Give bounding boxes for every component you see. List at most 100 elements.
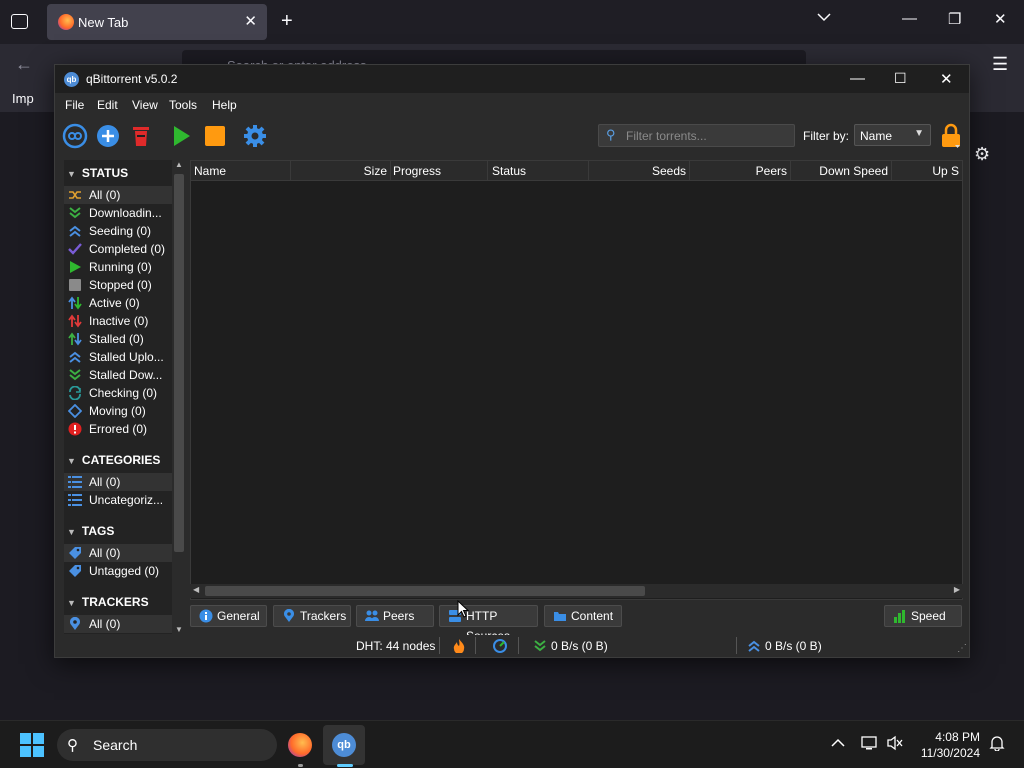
column-status[interactable]: Status: [489, 161, 589, 181]
column-up-speed[interactable]: Up S: [892, 161, 962, 181]
status-filter-stalled-downloading[interactable]: Stalled Dow...: [64, 366, 172, 384]
folder-icon: [554, 612, 566, 621]
column-seeds[interactable]: Seeds: [589, 161, 690, 181]
status-filter-checking[interactable]: Checking (0): [64, 384, 172, 402]
tag-filter-all[interactable]: All (0): [64, 544, 172, 562]
column-name[interactable]: Name: [191, 161, 291, 181]
scrollbar-thumb[interactable]: [205, 586, 645, 596]
connection-status-icon[interactable]: [493, 639, 507, 656]
search-icon: ⚲: [67, 737, 78, 754]
status-filter-stopped[interactable]: Stopped (0): [64, 276, 172, 294]
tab-http-sources[interactable]: HTTP Sources: [439, 605, 538, 643]
trackers-section-header[interactable]: ▼ TRACKERS: [67, 595, 149, 609]
location-pin-icon: [70, 617, 80, 630]
close-icon[interactable]: ✕: [994, 10, 1007, 28]
minimize-icon[interactable]: —: [850, 70, 865, 87]
status-filter-all[interactable]: All (0): [64, 186, 172, 204]
close-tab-icon[interactable]: ✕: [244, 12, 257, 30]
close-icon[interactable]: ✕: [940, 70, 953, 88]
notification-bell-icon[interactable]: [989, 735, 1005, 755]
menu-help[interactable]: Help: [212, 98, 237, 112]
menu-edit[interactable]: Edit: [97, 98, 118, 112]
column-down-speed[interactable]: Down Speed: [791, 161, 892, 181]
trackers-title: TRACKERS: [81, 595, 149, 609]
menu-view[interactable]: View: [132, 98, 158, 112]
column-progress[interactable]: Progress: [390, 161, 488, 181]
scroll-down-icon[interactable]: ▼: [175, 625, 183, 634]
filter-by-select[interactable]: Name ▼: [854, 124, 931, 146]
tag-filter-untagged[interactable]: Untagged (0): [64, 562, 172, 580]
status-filter-completed[interactable]: Completed (0): [64, 240, 172, 258]
collapse-icon: ▼: [67, 169, 76, 179]
minimize-icon[interactable]: —: [902, 10, 917, 27]
status-filter-errored[interactable]: Errored (0): [64, 420, 172, 438]
status-filter-stalled-uploading[interactable]: Stalled Uplo...: [64, 348, 172, 366]
firefox-taskbar-icon[interactable]: [288, 733, 312, 757]
sidebar-scrollbar[interactable]: ▲ ▼: [172, 160, 186, 634]
filters-sidebar: ▼ STATUS All (0) Downloadin... Seeding (0…: [64, 160, 172, 634]
scrollbar-thumb[interactable]: [174, 174, 184, 552]
filter-torrents-input[interactable]: ⚲ Filter torrents...: [598, 124, 795, 147]
status-section-header[interactable]: ▼ STATUS: [67, 166, 128, 180]
status-filter-moving[interactable]: Moving (0): [64, 402, 172, 420]
stop-button[interactable]: [202, 123, 228, 149]
resize-grip-icon[interactable]: ⋰: [957, 643, 967, 654]
bookmark-import[interactable]: Imp: [12, 91, 34, 106]
taskbar-search[interactable]: ⚲ Search: [57, 729, 277, 761]
tab-peers[interactable]: Peers: [356, 605, 434, 627]
scroll-left-icon[interactable]: ◀: [193, 585, 199, 594]
tags-section-header[interactable]: ▼ TAGS: [67, 524, 114, 538]
remove-torrent-button[interactable]: [128, 123, 154, 149]
download-speed[interactable]: 0 B/s (0 B): [551, 639, 608, 653]
start-button[interactable]: [168, 123, 194, 149]
chevron-up-icon[interactable]: [831, 735, 845, 752]
new-tab-icon[interactable]: +: [281, 10, 293, 33]
maximize-icon[interactable]: ☐: [894, 70, 907, 87]
add-torrent-link-button[interactable]: [62, 123, 88, 149]
upload-speed[interactable]: 0 B/s (0 B): [765, 639, 822, 653]
tab-general[interactable]: General: [190, 605, 267, 627]
column-peers[interactable]: Peers: [690, 161, 791, 181]
hamburger-menu-icon[interactable]: ☰: [992, 54, 1008, 75]
status-filter-downloading[interactable]: Downloadin...: [64, 204, 172, 222]
tab-new-tab[interactable]: New Tab ✕: [47, 4, 267, 40]
tab-trackers[interactable]: Trackers: [273, 605, 351, 627]
tab-peers-label: Peers: [383, 609, 415, 623]
tab-content[interactable]: Content: [544, 605, 622, 627]
status-filter-active[interactable]: Active (0): [64, 294, 172, 312]
category-filter-uncategorized[interactable]: Uncategoriz...: [64, 491, 172, 509]
tracker-filter-all[interactable]: All (0): [64, 615, 172, 633]
status-filter-inactive[interactable]: Inactive (0): [64, 312, 172, 330]
scroll-right-icon[interactable]: ▶: [954, 585, 960, 594]
clock-time[interactable]: 4:08 PM: [912, 730, 980, 744]
column-size[interactable]: Size: [291, 161, 391, 181]
flame-icon[interactable]: [453, 639, 465, 656]
scroll-up-icon[interactable]: ▲: [175, 160, 183, 169]
tab-general-label: General: [217, 609, 260, 623]
add-torrent-file-button[interactable]: [95, 123, 121, 149]
status-filter-stalled[interactable]: Stalled (0): [64, 330, 172, 348]
qbittorrent-taskbar-button[interactable]: qb: [323, 725, 365, 765]
chevron-down-icon[interactable]: [817, 11, 831, 25]
restore-icon[interactable]: ❐: [948, 10, 961, 28]
settings-gear-icon[interactable]: ⚙: [974, 144, 990, 165]
status-filter-running[interactable]: Running (0): [64, 258, 172, 276]
speed-button[interactable]: Speed: [884, 605, 962, 627]
categories-section-header[interactable]: ▼ CATEGORIES: [67, 453, 160, 467]
clock-date[interactable]: 11/30/2024: [912, 746, 980, 760]
status-filter-seeding[interactable]: Seeding (0): [64, 222, 172, 240]
list-all-tabs-icon[interactable]: [11, 14, 28, 29]
menu-tools[interactable]: Tools: [169, 98, 197, 112]
start-button[interactable]: [20, 733, 44, 757]
active-indicator: [337, 764, 353, 767]
network-icon[interactable]: [861, 735, 879, 755]
separator: [736, 637, 737, 654]
volume-muted-icon[interactable]: [887, 735, 903, 755]
options-button[interactable]: [242, 123, 268, 149]
menu-file[interactable]: File: [65, 98, 84, 112]
category-filter-all[interactable]: All (0): [64, 473, 172, 491]
table-horizontal-scrollbar[interactable]: ◀ ▶: [190, 584, 963, 598]
torrent-list[interactable]: Name Size Progress Status Seeds Peers Do…: [190, 160, 963, 600]
lock-icon[interactable]: [940, 123, 962, 152]
back-icon[interactable]: ←: [15, 54, 33, 75]
